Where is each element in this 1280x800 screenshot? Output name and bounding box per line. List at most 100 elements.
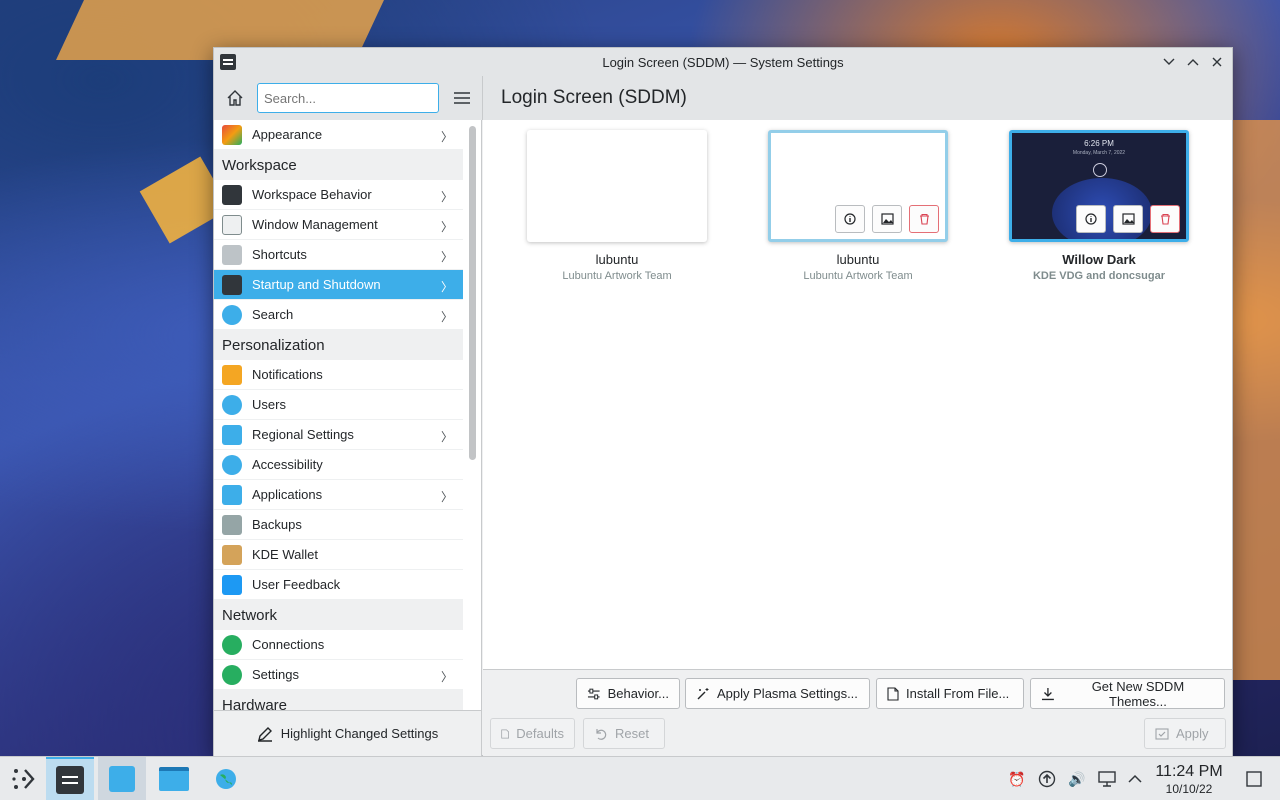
chevron-right-icon: 〉 [440,280,453,294]
theme-thumbnail[interactable]: 6:26 PM Monday, March 7, 2022 [1009,130,1189,242]
sidebar-item-workspace-behavior[interactable]: Workspace Behavior 〉 [214,180,463,210]
sidebar-item-users[interactable]: Users [214,390,463,420]
defaults-button[interactable]: Defaults [490,718,575,749]
sidebar-item-label: Applications [252,487,323,502]
search-input[interactable] [257,83,439,113]
get-new-sddm-themes-label: Get New SDDM Themes... [1091,678,1185,709]
hamburger-menu-button[interactable] [449,85,474,111]
regional-icon [222,424,242,445]
theme-delete-button[interactable] [909,205,939,233]
feedback-icon [222,574,242,595]
apply-plasma-settings-button[interactable]: Apply Plasma Settings... [685,678,870,709]
volume-icon[interactable]: 🔊 [1067,769,1087,789]
reset-button[interactable]: Reset [583,718,665,749]
chevron-up-icon [1187,59,1199,66]
theme-card[interactable]: lubuntu Lubuntu Artwork Team [758,130,958,282]
sidebar-item-window-management[interactable]: Window Management 〉 [214,210,463,240]
theme-thumbnail[interactable] [768,130,948,242]
document-icon [501,728,509,739]
hamburger-icon [453,92,470,104]
sidebar-item-label: Backups [252,517,302,532]
chevron-right-icon: 〉 [440,670,453,684]
clock-time: 11:24 PM [1155,763,1223,780]
sidebar-item-shortcuts[interactable]: Shortcuts 〉 [214,240,463,270]
sidebar-item-search[interactable]: Search 〉 [214,300,463,330]
network-icon[interactable] [1097,769,1117,789]
sidebar-item-kde-wallet[interactable]: KDE Wallet [214,540,463,570]
sidebar-item-label: Connections [252,637,325,652]
highlight-changed-button[interactable]: Highlight Changed Settings [214,710,482,756]
theme-author: KDE VDG and doncsugar [1032,270,1166,282]
theme-name: Willow Dark [1062,252,1136,267]
title-bar[interactable]: Login Screen (SDDM) — System Settings [214,48,1232,76]
close-button[interactable] [1208,52,1226,72]
sidebar-item-appearance[interactable]: Appearance 〉 [214,120,463,150]
sidebar-item-regional-settings[interactable]: Regional Settings 〉 [214,420,463,450]
task-file-manager[interactable] [150,757,198,800]
sidebar-section-header: Personalization [214,330,463,360]
install-from-file-label: Install From File... [906,686,1010,701]
sidebar-item-label: Shortcuts [252,247,307,262]
theme-preview-button[interactable] [872,205,902,233]
bell-icon [222,364,242,385]
trash-icon [919,213,929,225]
task-discover[interactable] [98,757,146,800]
image-icon [880,213,894,225]
sidebar-item-applications[interactable]: Applications 〉 [214,480,463,510]
apply-plasma-settings-label: Apply Plasma Settings... [717,686,858,701]
sidebar-item-label: Window Management [252,217,378,232]
task-web-browser[interactable] [202,757,250,800]
updates-icon[interactable] [1037,769,1057,789]
apply-button[interactable]: Apply [1144,718,1226,749]
wallet-icon [222,544,242,565]
sidebar-item-connections[interactable]: Connections [214,630,463,660]
system-settings-icon[interactable] [220,54,236,70]
sidebar-item-label: Notifications [252,367,323,382]
minimize-button[interactable] [1160,52,1178,72]
system-settings-icon [56,766,84,794]
chevron-right-icon: 〉 [440,220,453,234]
network-settings-icon [222,664,242,685]
sidebar-item-label: User Feedback [252,577,341,592]
maximize-button[interactable] [1184,52,1202,72]
highlight-changed-label: Highlight Changed Settings [280,726,439,741]
sidebar-item-label: Search [252,307,294,322]
sidebar-item-startup-and-shutdown[interactable]: Startup and Shutdown 〉 [214,270,463,300]
home-button[interactable] [222,85,247,111]
tray-expand-icon[interactable] [1125,769,1145,789]
sidebar-item-accessibility[interactable]: Accessibility [214,450,463,480]
theme-info-button[interactable] [835,205,865,233]
backups-icon [222,514,242,535]
taskbar: ⏰ 🔊 11:24 PM 10/10/22 [0,756,1280,800]
theme-preview-button[interactable] [1113,205,1143,233]
chevron-right-icon: 〉 [440,310,453,324]
theme-info-button[interactable] [1076,205,1106,233]
apply-icon [1155,727,1169,740]
application-launcher[interactable] [0,757,48,800]
sidebar-item-settings[interactable]: Settings 〉 [214,660,463,690]
window-management-icon [222,214,242,235]
sidebar-scrollbar[interactable] [469,126,476,460]
chevron-right-icon: 〉 [440,490,453,504]
theme-thumbnail[interactable] [527,130,707,242]
file-icon [887,686,899,701]
theme-card[interactable]: lubuntu Lubuntu Artwork Team [517,130,717,282]
get-new-sddm-themes-button[interactable]: Get New SDDM Themes... [1030,678,1225,709]
chevron-right-icon: 〉 [440,430,453,444]
theme-delete-button[interactable] [1150,205,1180,233]
reset-label: Reset [615,726,649,741]
alarm-icon[interactable]: ⏰ [1007,769,1027,789]
info-icon [1085,213,1097,225]
task-system-settings[interactable] [46,757,94,800]
install-from-file-button[interactable]: Install From File... [876,678,1024,709]
sidebar-item-backups[interactable]: Backups [214,510,463,540]
behavior-button[interactable]: Behavior... [576,678,680,709]
sidebar-item-notifications[interactable]: Notifications [214,360,463,390]
sidebar-item-user-feedback[interactable]: User Feedback [214,570,463,600]
clock[interactable]: 11:24 PM 10/10/22 [1150,763,1228,796]
close-icon [1212,57,1222,67]
trash-icon [1160,213,1170,225]
preview-avatar [1093,163,1107,177]
theme-card-current[interactable]: 6:26 PM Monday, March 7, 2022 Willow Dar… [999,130,1199,282]
show-desktop-button[interactable] [1244,769,1264,789]
